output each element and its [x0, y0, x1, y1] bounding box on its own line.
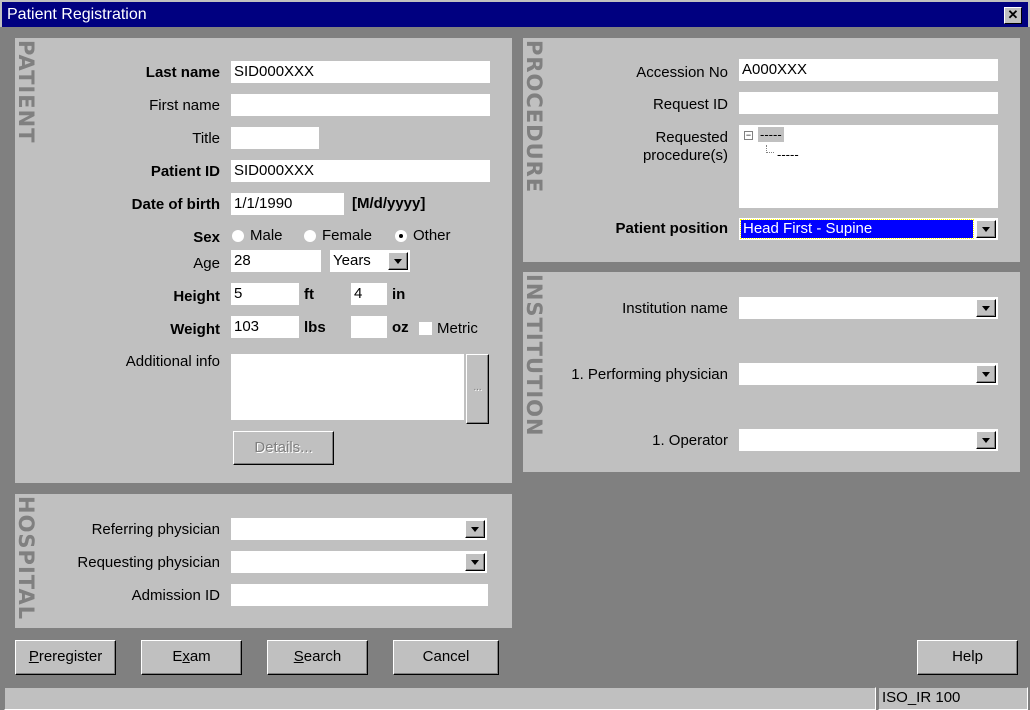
collapse-icon[interactable]: − [744, 131, 753, 140]
title-label: Title [192, 130, 220, 147]
exam-label-start: E [172, 648, 183, 665]
accession-no-input[interactable]: A000XXX [739, 59, 998, 81]
age-unit-select[interactable]: Years [330, 250, 410, 272]
in-unit: in [392, 286, 406, 303]
accession-no-label: Accession No [636, 64, 728, 81]
search-button[interactable]: Search [267, 640, 368, 675]
chevron-down-icon[interactable] [465, 553, 485, 571]
chevron-down-icon[interactable] [976, 365, 996, 383]
institution-name-label: Institution name [622, 300, 728, 317]
admission-id-input[interactable] [231, 584, 488, 606]
sex-female-radio[interactable] [304, 230, 316, 242]
hospital-section-label: HOSPITAL [14, 496, 38, 621]
metric-checkbox[interactable] [419, 322, 432, 335]
chevron-down-icon[interactable] [976, 431, 996, 449]
requesting-physician-label: Requesting physician [77, 554, 220, 571]
request-id-label: Request ID [652, 96, 728, 113]
exam-mnemonic: x [182, 648, 190, 665]
preregister-button[interactable]: Preregister [15, 640, 116, 675]
performing-physician-label: 1. Performing physician [571, 366, 728, 383]
close-icon[interactable]: ✕ [1004, 7, 1022, 24]
age-label: Age [193, 255, 220, 272]
sex-male-radio[interactable] [232, 230, 244, 242]
institution-name-select[interactable] [739, 297, 998, 319]
sex-female-label: Female [322, 227, 373, 244]
height-in-input[interactable]: 4 [351, 283, 387, 305]
status-charset: ISO_IR 100 [878, 687, 1028, 710]
lbs-unit: lbs [304, 319, 326, 336]
weight-lbs-input[interactable]: 103 [231, 316, 299, 338]
procedure-panel: PROCEDURE Accession No A000XXX Request I… [522, 38, 1020, 262]
patient-position-value: Head First - Supine [740, 219, 974, 239]
height-label: Height [173, 288, 220, 305]
height-ft-input[interactable]: 5 [231, 283, 299, 305]
operator-label: 1. Operator [652, 432, 728, 449]
details-button[interactable]: Details... [233, 431, 334, 465]
request-id-input[interactable] [739, 92, 998, 114]
dob-format: [M/d/yyyy] [352, 195, 426, 212]
operator-select[interactable] [739, 429, 998, 451]
procedure-section-label: PROCEDURE [522, 40, 546, 194]
referring-physician-label: Referring physician [91, 521, 220, 538]
patient-position-select[interactable]: Head First - Supine [739, 218, 998, 240]
ft-unit: ft [304, 286, 314, 303]
tree-root-item[interactable]: ----- [758, 127, 784, 142]
requesting-physician-select[interactable] [231, 551, 487, 573]
requested-procedures-tree[interactable]: − ----- ----- [739, 125, 998, 208]
tree-child-item[interactable]: ----- [777, 147, 799, 162]
weight-label: Weight [170, 321, 220, 338]
patient-id-label: Patient ID [150, 163, 220, 180]
title-bar: Patient Registration ✕ [0, 0, 1030, 27]
metric-label: Metric [437, 320, 478, 337]
patient-id-input[interactable]: SID000XXX [231, 160, 490, 182]
hospital-panel: HOSPITAL Referring physician Requesting … [14, 494, 512, 628]
additional-info-textarea[interactable] [231, 354, 464, 420]
chevron-down-icon[interactable] [976, 299, 996, 317]
search-mnemonic: S [293, 648, 304, 665]
sex-label: Sex [193, 229, 220, 246]
title-input[interactable] [231, 127, 319, 149]
exam-button[interactable]: Exam [141, 640, 242, 675]
first-name-input[interactable] [231, 94, 490, 116]
requested-procedures-label-2: procedure(s) [642, 147, 728, 164]
sex-other-label: Other [413, 227, 451, 244]
patient-panel: PATIENT Last name SID000XXX First name T… [14, 38, 512, 483]
window-title: Patient Registration [7, 6, 147, 23]
age-input[interactable]: 28 [231, 250, 321, 272]
help-button[interactable]: Help [917, 640, 1018, 675]
chevron-down-icon[interactable] [465, 520, 485, 538]
performing-physician-select[interactable] [739, 363, 998, 385]
cancel-button[interactable]: Cancel [393, 640, 499, 675]
chevron-down-icon[interactable] [976, 220, 996, 238]
preregister-label: reregister [38, 648, 103, 665]
patient-section-label: PATIENT [14, 40, 38, 144]
sex-other-radio[interactable] [395, 230, 407, 242]
last-name-label: Last name [145, 64, 220, 81]
institution-panel: INSTITUTION Institution name 1. Performi… [522, 272, 1020, 472]
age-unit-value: Years [333, 252, 371, 269]
weight-oz-input[interactable] [351, 316, 387, 338]
tree-connector [766, 145, 774, 153]
institution-section-label: INSTITUTION [522, 274, 546, 437]
dob-input[interactable]: 1/1/1990 [231, 193, 344, 215]
chevron-down-icon[interactable] [388, 252, 408, 270]
exam-label-end: am [189, 648, 211, 665]
last-name-input[interactable]: SID000XXX [231, 61, 490, 83]
admission-id-label: Admission ID [131, 587, 220, 604]
dob-label: Date of birth [131, 196, 220, 213]
additional-info-label: Additional info [125, 353, 220, 370]
first-name-label: First name [149, 97, 220, 114]
oz-unit: oz [392, 319, 409, 336]
referring-physician-select[interactable] [231, 518, 487, 540]
sex-male-label: Male [250, 227, 283, 244]
additional-info-ellipsis-button[interactable]: ... [466, 354, 489, 424]
patient-position-label: Patient position [615, 220, 729, 237]
preregister-mnemonic: P [28, 648, 39, 665]
requested-procedures-label-1: Requested [655, 129, 728, 146]
status-text [4, 687, 876, 710]
search-label: earch [303, 648, 342, 665]
